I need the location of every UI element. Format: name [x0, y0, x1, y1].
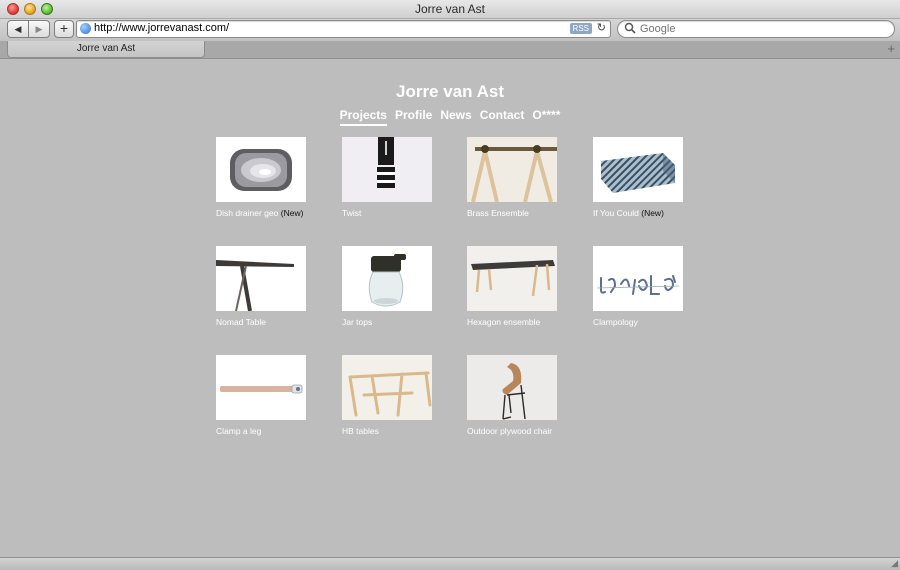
tab-jorre-van-ast[interactable]: Jorre van Ast: [7, 41, 205, 58]
address-bar[interactable]: http://www.jorrevanast.com/ RSS ↻: [76, 20, 611, 38]
back-button[interactable]: ◀: [7, 20, 29, 38]
project-dish-drainer-geo[interactable]: Dish drainer geo (New): [216, 137, 306, 218]
tab-strip: Jorre van Ast +: [0, 41, 900, 59]
project-label[interactable]: Nomad Table: [216, 317, 266, 327]
project-label[interactable]: Outdoor plywood chair: [467, 426, 552, 436]
new-badge: (New): [280, 208, 304, 218]
nav-projects[interactable]: Projects: [339, 108, 387, 126]
project-label[interactable]: Clamp a leg: [216, 426, 261, 436]
project-thumbnail[interactable]: [467, 246, 557, 311]
tab-label: Jorre van Ast: [76, 43, 136, 54]
project-hexagon-ensemble[interactable]: Hexagon ensemble: [467, 246, 557, 327]
site-title: Jorre van Ast: [395, 82, 505, 101]
project-outdoor-plywood-chair[interactable]: Outdoor plywood chair: [467, 355, 557, 436]
nav-contact[interactable]: Contact: [480, 108, 525, 126]
nav-news[interactable]: News: [440, 108, 471, 126]
project-label[interactable]: Brass Ensemble: [467, 208, 529, 218]
reload-icon[interactable]: ↻: [597, 21, 606, 34]
project-thumbnail[interactable]: [342, 137, 432, 202]
project-label[interactable]: If You Could: [593, 208, 639, 218]
project-thumbnail[interactable]: [342, 246, 432, 311]
project-thumbnail[interactable]: [216, 246, 306, 311]
project-thumbnail[interactable]: [216, 137, 306, 202]
back-arrow-icon: ◀: [14, 23, 22, 34]
project-label[interactable]: Jar tops: [342, 317, 372, 327]
project-thumbnail[interactable]: [593, 246, 683, 311]
rss-button[interactable]: RSS: [569, 23, 592, 34]
nav-profile[interactable]: Profile: [395, 108, 432, 126]
add-bookmark-button[interactable]: +: [54, 20, 74, 38]
forward-arrow-icon: ▶: [35, 23, 43, 34]
project-thumbnail[interactable]: [467, 355, 557, 420]
search-bar[interactable]: [617, 20, 895, 38]
project-clamp-a-leg[interactable]: Clamp a leg: [216, 355, 306, 436]
project-thumbnail[interactable]: [467, 137, 557, 202]
search-input[interactable]: [640, 21, 880, 36]
resize-grip-icon[interactable]: ◢: [891, 558, 898, 569]
globe-icon: [80, 23, 91, 34]
project-label[interactable]: Twist: [342, 208, 361, 218]
url-text[interactable]: http://www.jorrevanast.com/: [94, 22, 229, 34]
nav-o[interactable]: O****: [532, 108, 560, 126]
title-bar: Jorre van Ast: [0, 0, 900, 19]
project-brass-ensemble[interactable]: Brass Ensemble: [467, 137, 557, 218]
new-badge: (New): [641, 208, 664, 218]
project-twist[interactable]: Twist: [342, 137, 432, 218]
project-clampology[interactable]: Clampology: [593, 246, 683, 327]
status-bar: ◢: [0, 557, 900, 570]
project-label[interactable]: Dish drainer geo: [216, 208, 278, 218]
project-label[interactable]: HB tables: [342, 426, 379, 436]
project-label[interactable]: Hexagon ensemble: [467, 317, 540, 327]
project-jar-tops[interactable]: Jar tops: [342, 246, 432, 327]
site-nav: Projects Profile News Contact O****: [0, 108, 900, 126]
new-tab-icon[interactable]: +: [887, 41, 895, 56]
window-title: Jorre van Ast: [414, 2, 486, 16]
project-nomad-table[interactable]: Nomad Table: [216, 246, 306, 327]
project-hb-tables[interactable]: HB tables: [342, 355, 432, 436]
search-icon: [624, 22, 636, 37]
project-thumbnail[interactable]: [216, 355, 306, 420]
project-if-you-could[interactable]: If You Could (New): [593, 137, 683, 218]
forward-button[interactable]: ▶: [29, 20, 50, 38]
nav-button-group: ◀ ▶: [7, 20, 50, 38]
project-thumbnail[interactable]: [342, 355, 432, 420]
plus-icon: +: [59, 20, 69, 36]
project-thumbnail[interactable]: [593, 137, 683, 202]
project-label[interactable]: Clampology: [593, 317, 638, 327]
browser-toolbar: ◀ ▶ + http://www.jorrevanast.com/ RSS ↻: [0, 19, 900, 41]
